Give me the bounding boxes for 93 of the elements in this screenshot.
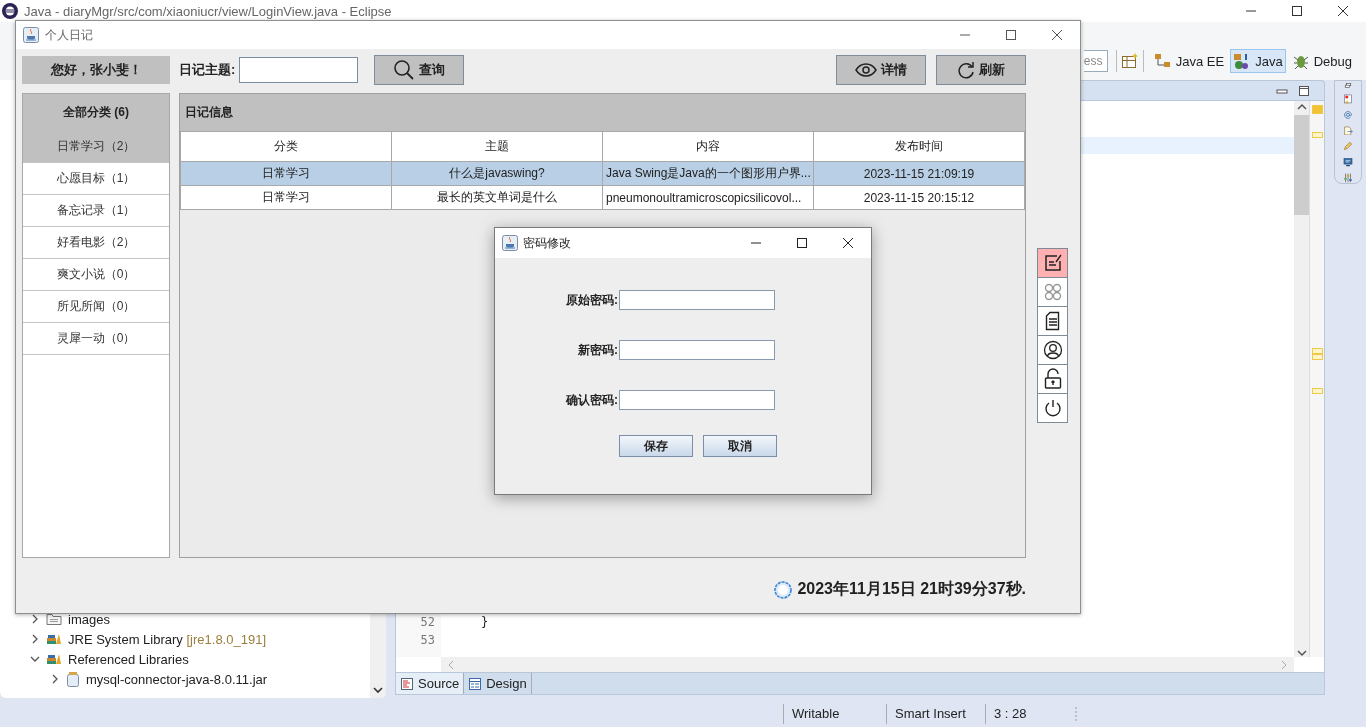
cancel-button[interactable]: 取消 [703,435,777,457]
eye-icon [855,62,877,78]
maximize-icon[interactable] [1005,29,1017,41]
tree-item[interactable]: Referenced Libraries [68,652,189,666]
design-form-icon [468,676,483,691]
save-button[interactable]: 保存 [619,435,693,457]
annotation-marker [1311,132,1323,138]
scrollbar-thumb[interactable] [1294,115,1309,215]
tool-button[interactable] [1037,364,1068,394]
coffee-cup-icon [23,27,39,43]
clock-icon [774,580,793,599]
table-cell: 日常学习 [180,161,392,186]
greeting-label: 您好，张小斐！ [22,56,170,84]
line-number: 52 [420,614,435,631]
clover-icon [1042,282,1063,302]
tree-item[interactable]: JRE System Library [jre1.8.0_191] [68,632,266,646]
restore-icon[interactable] [1342,83,1354,88]
table-cell: 什么是javaswing? [391,161,603,186]
status-text: Smart Insert [895,706,966,721]
perspective-button[interactable]: Debug [1288,49,1355,73]
tool-button[interactable] [1037,393,1068,423]
table-cell: 最长的英文单词是什么 [391,185,603,210]
search-button[interactable]: 查询 [374,55,465,85]
tool-button[interactable] [1037,306,1068,336]
editor-tab[interactable]: Source [396,673,465,694]
clock-text: 2023年11月15日 21时39分37秒. [797,579,1026,599]
view-button[interactable]: 详情 [836,55,926,85]
editor-tab[interactable]: Design [464,673,532,694]
status-text: Writable [792,706,840,721]
table-cell: 日常学习 [180,185,392,210]
refresh-button[interactable]: 刷新 [936,55,1026,85]
tree-item[interactable]: mysql-connector-java-8.0.11.jar [86,672,268,686]
edit-note-icon [1042,253,1063,273]
password-field[interactable] [619,340,775,360]
scroll-down-icon[interactable] [1296,649,1307,657]
column-header[interactable]: 主题 [391,131,603,162]
padlock-icon [1042,368,1063,390]
quick-access-field[interactable]: ess [1083,50,1108,72]
search-field[interactable] [239,57,359,83]
perspective-button[interactable]: Java [1230,49,1286,73]
books-icon [46,652,62,666]
scroll-up-icon[interactable] [1296,103,1307,111]
password-field[interactable] [619,390,775,410]
code-line: } [481,615,489,629]
coffee-cup-icon [502,235,518,251]
table-cell: pneumonoultramicroscopicsilicovol... [602,185,814,210]
power-icon [1042,398,1063,418]
column-header[interactable]: 分类 [180,131,392,162]
tree-item[interactable]: images [68,612,110,626]
password-field[interactable] [619,290,775,310]
chevron-icon[interactable] [30,634,40,644]
close-icon[interactable] [842,237,854,249]
books-icon [46,632,62,646]
maximize-icon[interactable] [1298,84,1310,97]
annotation-marker [1311,388,1323,394]
category-header[interactable]: 全部分类 (6) [23,94,169,131]
hierarchy-icon [1153,52,1172,70]
user-icon [1042,340,1063,360]
panel-title: 日记信息 [180,94,1025,131]
maximize-icon[interactable] [1291,5,1303,17]
window-title: Java - diaryMgr/src/com/xiaoniucr/view/LoginView.java - Eclipse [24,3,392,19]
column-header[interactable]: 内容 [602,131,814,162]
table-cell: 2023-11-15 20:15:12 [813,185,1025,210]
close-icon[interactable] [1337,5,1349,17]
line-number: 53 [420,632,435,649]
jar-icon [66,671,80,687]
table-row[interactable]: 日常学习 最长的英文单词是什么 pneumonoultramicroscopicsilicovol... 2023-11-15 20:15:12 [180,185,1025,210]
open-perspective-icon[interactable] [1120,52,1139,70]
perspective-button[interactable]: Java EE [1150,49,1228,73]
annotation-marker [1311,105,1323,114]
monitor-icon[interactable] [1340,157,1356,168]
field-label: 原始密码: [565,291,619,309]
chevron-icon[interactable] [30,654,40,664]
search-icon [393,59,416,81]
table-cell: Java Swing是Java的一个图形用户界... [602,161,814,186]
window-title: 个人日记 [45,26,93,44]
close-icon[interactable] [1051,29,1063,41]
chevron-icon[interactable] [50,674,60,684]
scroll-down-icon[interactable] [373,686,383,694]
source-file-icon [400,676,414,691]
field-label: 日记主题: [179,61,236,79]
maximize-icon[interactable] [796,237,808,249]
table-cell: 2023-11-15 21:09:19 [813,161,1025,186]
field-label: 新密码: [577,341,619,359]
category-item[interactable]: 日常学习（2） [23,131,169,163]
refresh-icon [957,61,975,79]
column-header[interactable]: 发布时间 [813,131,1025,162]
table-row[interactable]: 日常学习 什么是javaswing? Java Swing是Java的一个图形用户界... 2023-11-15 21:09:19 [180,161,1025,186]
drag-handle-icon [1074,705,1078,722]
status-text: 3 : 28 [994,706,1027,721]
field-label: 确认密码: [564,391,619,409]
dialog-title: 密码修改 [523,234,571,252]
tool-button[interactable] [1037,335,1068,365]
